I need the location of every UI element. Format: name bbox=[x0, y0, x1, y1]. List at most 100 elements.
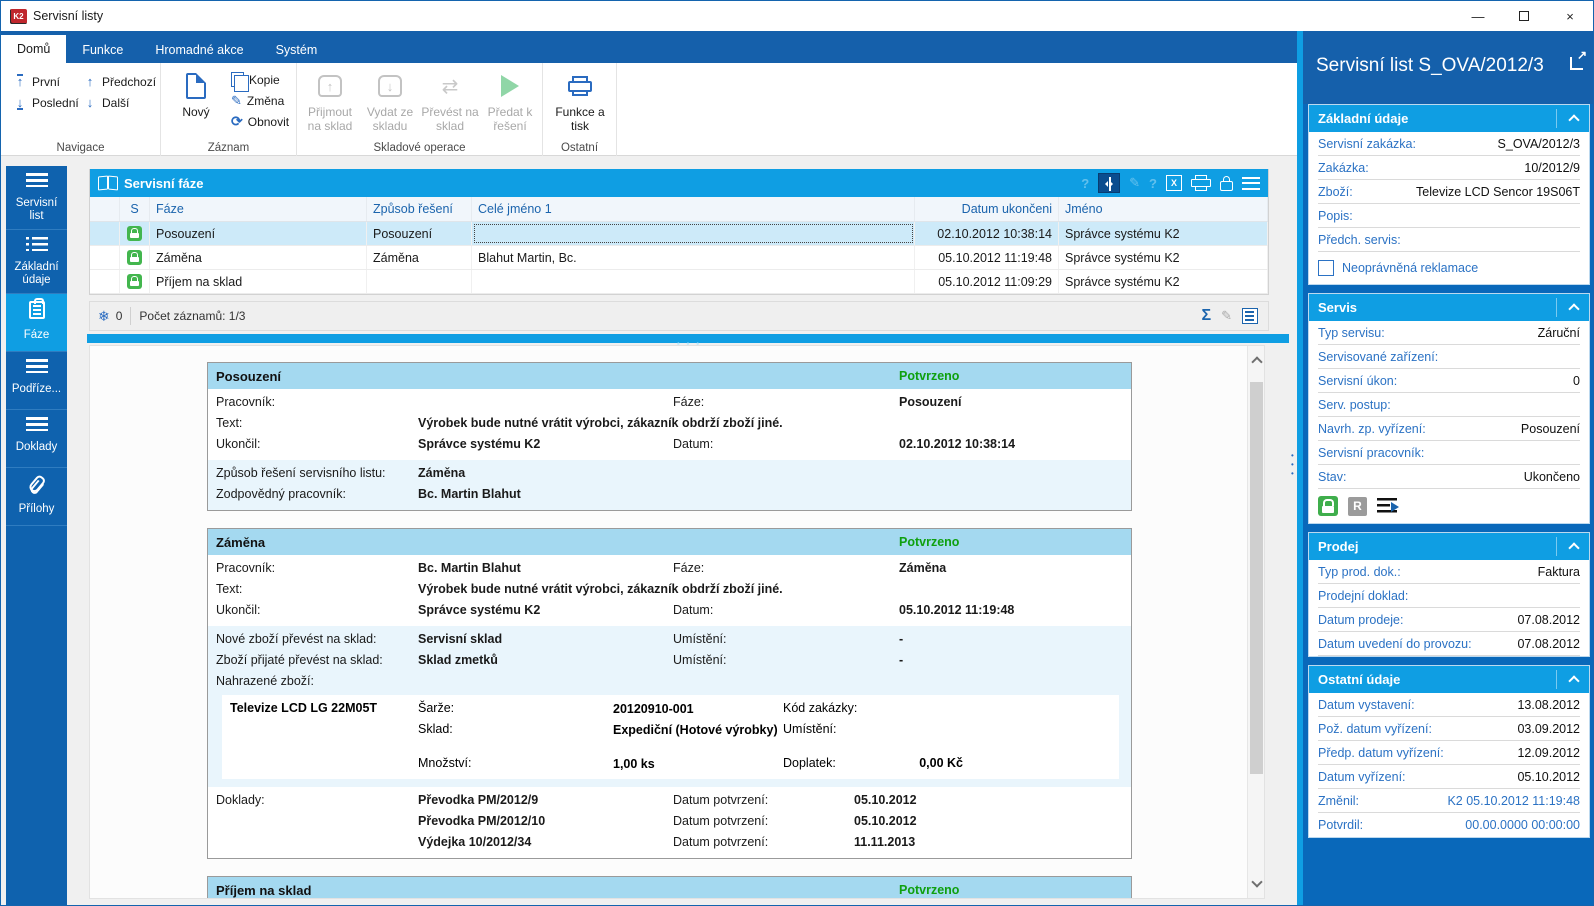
table-row[interactable]: Záměna Záměna Blahut Martin, Bc. 05.10.2… bbox=[90, 246, 1268, 270]
tab-funkce[interactable]: Funkce bbox=[66, 36, 139, 63]
service-sheet-title: Servisní list S_OVA/2012/3 bbox=[1316, 55, 1544, 77]
workflow-list-icon bbox=[1377, 497, 1399, 515]
previous-button[interactable]: ↑Předchozí bbox=[79, 71, 160, 92]
app-icon: K2 bbox=[10, 9, 27, 24]
column-split-icon[interactable] bbox=[1098, 173, 1120, 193]
column-header-s[interactable]: S bbox=[120, 197, 150, 221]
field-value[interactable]: 00.00.0000 00:00:00 bbox=[1363, 818, 1580, 832]
field-value[interactable]: S_OVA/2012/3 bbox=[1416, 137, 1580, 151]
arrow-to-top-icon: ↑ bbox=[13, 74, 27, 89]
phase-detail-area: Posouzení Potvrzeno Pracovník:Fáze:Posou… bbox=[89, 345, 1265, 899]
export-excel-icon[interactable]: X bbox=[1166, 175, 1182, 191]
maximize-icon bbox=[1519, 11, 1529, 21]
section-ostatni-udaje: Ostatní údaje Datum vystavení:13.08.2012… bbox=[1308, 665, 1590, 838]
field-value[interactable]: 07.08.2012 bbox=[1403, 613, 1580, 627]
next-button[interactable]: ↓Další bbox=[79, 92, 160, 113]
hand-over-button[interactable]: Předat k řešení bbox=[481, 69, 539, 133]
collapse-chevron-icon[interactable] bbox=[1568, 542, 1579, 553]
field-value[interactable]: 10/2012/9 bbox=[1369, 161, 1580, 175]
change-button[interactable]: ✎Změna bbox=[227, 90, 293, 111]
status-badge: Potvrzeno bbox=[899, 883, 959, 897]
collapse-chevron-icon[interactable] bbox=[1568, 675, 1579, 686]
column-header-cele-jmeno[interactable]: Celé jméno 1 bbox=[472, 197, 915, 221]
collapse-chevron-icon[interactable] bbox=[1568, 114, 1579, 125]
tab-system[interactable]: Systém bbox=[260, 36, 334, 63]
group-label-skladove: Skladové operace bbox=[297, 142, 542, 154]
vertical-scrollbar[interactable] bbox=[1247, 346, 1264, 898]
tab-hromadne-akce[interactable]: Hromadné akce bbox=[139, 36, 259, 63]
help-icon[interactable]: ? bbox=[1149, 176, 1157, 191]
scrollbar-thumb[interactable] bbox=[1250, 382, 1263, 774]
sidebar-item-zakladni-udaje[interactable]: Základní údaje bbox=[6, 230, 67, 294]
print-icon[interactable] bbox=[1191, 175, 1211, 191]
maximize-button[interactable] bbox=[1501, 1, 1547, 31]
table-row[interactable]: Posouzení Posouzení 02.10.2012 10:38:14 … bbox=[90, 222, 1268, 246]
collapse-chevron-icon[interactable] bbox=[1568, 303, 1579, 314]
copy-list-icon[interactable] bbox=[1242, 308, 1258, 324]
field-value[interactable]: Faktura bbox=[1401, 565, 1580, 579]
horizontal-splitter[interactable] bbox=[87, 334, 1291, 343]
field-value[interactable]: Posouzení bbox=[1426, 422, 1580, 436]
scroll-down-icon[interactable] bbox=[1251, 876, 1262, 887]
field-value[interactable]: 12.09.2012 bbox=[1444, 746, 1580, 760]
copy-icon bbox=[231, 72, 244, 87]
edit-icon[interactable]: ✎ bbox=[1129, 175, 1140, 191]
table-row[interactable]: Příjem na sklad 05.10.2012 11:09:29 Sprá… bbox=[90, 270, 1268, 294]
receive-to-stock-button[interactable]: ↑ Přijmout na sklad bbox=[301, 69, 359, 133]
functions-print-button[interactable]: Funkce a tisk bbox=[551, 69, 609, 133]
sidebar-item-podrizene[interactable]: Podříze... bbox=[6, 352, 67, 410]
sum-icon[interactable]: Σ bbox=[1201, 307, 1211, 325]
service-phases-grid: Servisní fáze ? ✎ ? X S Fáze Způsob řeše… bbox=[89, 169, 1269, 295]
minimize-button[interactable]: — bbox=[1455, 1, 1501, 31]
filter-snowflake-icon[interactable]: ❄ bbox=[98, 308, 110, 325]
close-button[interactable]: × bbox=[1547, 1, 1593, 31]
issue-from-stock-button[interactable]: ↓ Vydat ze skladu bbox=[361, 69, 419, 133]
selected-cell[interactable] bbox=[472, 222, 915, 245]
ribbon-group-navigace: ↑První ↓Poslední ↑Předchozí ↓Další Navig… bbox=[1, 63, 161, 156]
section-zakladni-udaje: Základní údaje Servisní zakázka:S_OVA/20… bbox=[1308, 104, 1590, 285]
tab-domu[interactable]: Domů bbox=[1, 35, 66, 63]
nahrazene-zbozi-label: Nahrazené zboží: bbox=[216, 674, 314, 688]
column-header-zpusob[interactable]: Způsob řešení bbox=[367, 197, 472, 221]
vertical-splitter[interactable] bbox=[1289, 156, 1297, 905]
grid-menu-icon[interactable] bbox=[1242, 177, 1260, 190]
field-value[interactable]: 07.08.2012 bbox=[1472, 637, 1580, 651]
field-value[interactable]: Záruční bbox=[1385, 326, 1580, 340]
sidebar-item-faze[interactable]: Fáze bbox=[6, 294, 67, 352]
refresh-button[interactable]: ⟳Obnovit bbox=[227, 111, 293, 132]
sidebar-item-doklady[interactable]: Doklady bbox=[6, 410, 67, 468]
field-value[interactable]: 13.08.2012 bbox=[1415, 698, 1580, 712]
help-icon[interactable]: ? bbox=[1081, 176, 1089, 191]
column-header-jmeno[interactable]: Jméno bbox=[1059, 197, 1268, 221]
field-value[interactable]: 0 bbox=[1397, 374, 1580, 388]
filter-count: 0 bbox=[116, 309, 123, 323]
sidebar-item-prilohy[interactable]: Přílohy bbox=[6, 468, 67, 526]
group-label-zaznam: Záznam bbox=[161, 142, 296, 154]
lock-icon[interactable] bbox=[1220, 181, 1233, 191]
column-header-datum[interactable]: Datum ukončeni bbox=[915, 197, 1059, 221]
copy-button[interactable]: Kopie bbox=[227, 69, 293, 90]
receive-stock-icon: ↑ bbox=[318, 75, 342, 97]
grid-header-row: S Fáze Způsob řešení Celé jméno 1 Datum … bbox=[90, 197, 1268, 222]
printer-icon bbox=[568, 76, 592, 96]
phase-panel-posouzeni: Posouzení Potvrzeno Pracovník:Fáze:Posou… bbox=[207, 362, 1132, 511]
field-value[interactable]: Televize LCD Sencor 19S06T bbox=[1353, 185, 1580, 199]
column-header-faze[interactable]: Fáze bbox=[150, 197, 367, 221]
sidebar-item-servisni-list[interactable]: Servisní list bbox=[6, 166, 67, 230]
field-value[interactable]: Ukončeno bbox=[1347, 470, 1581, 484]
window-controls: — × bbox=[1455, 1, 1593, 31]
open-external-icon[interactable] bbox=[1570, 57, 1583, 70]
status-badge: Potvrzeno bbox=[899, 535, 959, 549]
scroll-up-icon[interactable] bbox=[1251, 356, 1262, 367]
field-value[interactable]: K2 05.10.2012 11:19:48 bbox=[1359, 794, 1580, 808]
group-label-ostatni: Ostatní bbox=[543, 142, 616, 154]
transfer-to-stock-button[interactable]: ⇄ Převést na sklad bbox=[421, 69, 479, 133]
last-button[interactable]: ↓Poslední bbox=[9, 92, 83, 113]
new-button[interactable]: Nový bbox=[167, 69, 225, 119]
field-value[interactable]: 03.09.2012 bbox=[1432, 722, 1580, 736]
transfer-icon: ⇄ bbox=[442, 74, 459, 99]
checkbox-neopravnena-reklamace[interactable] bbox=[1318, 260, 1334, 276]
first-button[interactable]: ↑První bbox=[9, 71, 83, 92]
locked-record-icon bbox=[127, 274, 142, 289]
field-value[interactable]: 05.10.2012 bbox=[1406, 770, 1580, 784]
